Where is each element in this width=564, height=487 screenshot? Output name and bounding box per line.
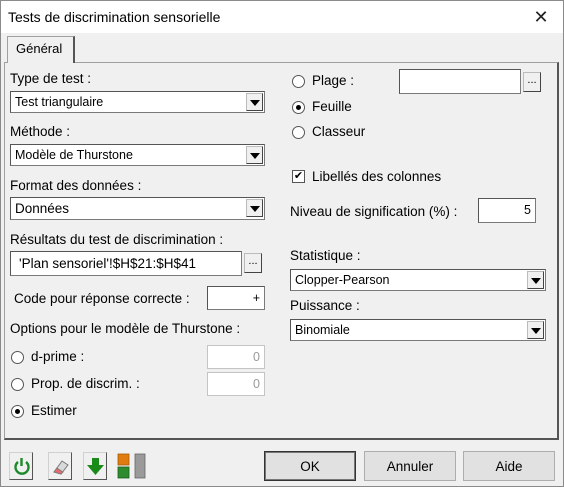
- close-icon: ✕: [533, 6, 549, 27]
- chevron-down-icon[interactable]: [246, 199, 263, 217]
- statistic-value: Clopper-Pearson: [295, 273, 390, 287]
- test-type-label: Type de test :: [10, 71, 92, 86]
- window-title: Tests de discrimination sensorielle: [8, 9, 221, 25]
- results-range-value: 'Plan sensoriel'!$H$21:$H$41: [19, 256, 197, 271]
- chevron-down-icon[interactable]: [246, 146, 263, 164]
- results-range-picker-button[interactable]: ...: [244, 253, 262, 273]
- close-button[interactable]: ✕: [519, 1, 563, 33]
- sheet-radio[interactable]: [292, 101, 305, 114]
- column-labels-checkbox[interactable]: ✔: [292, 170, 305, 183]
- power-label: Puissance :: [290, 298, 360, 313]
- results-range-input[interactable]: 'Plan sensoriel'!$H$21:$H$41: [10, 251, 242, 276]
- prop-discrim-input[interactable]: 0: [207, 372, 265, 396]
- tab-general[interactable]: Général: [7, 36, 75, 63]
- download-button[interactable]: [83, 452, 107, 480]
- data-format-value: Données: [15, 201, 70, 216]
- range-radio[interactable]: [292, 75, 305, 88]
- significance-input[interactable]: 5: [478, 198, 536, 223]
- chevron-down-icon[interactable]: [527, 321, 544, 339]
- results-label: Résultats du test de discrimination :: [10, 232, 224, 247]
- chevron-down-icon[interactable]: [246, 93, 263, 111]
- layout-icon: [117, 453, 146, 479]
- correct-code-value: +: [252, 291, 260, 305]
- test-type-value: Test triangulaire: [15, 95, 104, 109]
- help-button[interactable]: Aide: [463, 451, 555, 481]
- dprime-input[interactable]: 0: [207, 345, 265, 369]
- statistic-label: Statistique :: [290, 248, 361, 263]
- column-labels-label: Libellés des colonnes: [312, 169, 442, 184]
- prop-discrim-value: 0: [253, 377, 260, 391]
- data-format-select[interactable]: Données: [10, 197, 265, 220]
- statistic-select[interactable]: Clopper-Pearson: [290, 269, 546, 291]
- significance-value: 5: [524, 203, 531, 217]
- prop-discrim-radio[interactable]: [11, 378, 24, 391]
- dprime-value: 0: [253, 350, 260, 364]
- range-picker-button[interactable]: ...: [523, 72, 541, 92]
- dprime-label: d-prime :: [31, 349, 85, 364]
- significance-label: Niveau de signification (%) :: [290, 204, 458, 219]
- workbook-radio[interactable]: [292, 126, 305, 139]
- thurstone-options-label: Options pour le modèle de Thurstone :: [10, 321, 241, 336]
- dprime-radio[interactable]: [11, 351, 24, 364]
- test-type-select[interactable]: Test triangulaire: [10, 91, 265, 113]
- estimate-radio[interactable]: [11, 405, 24, 418]
- method-select[interactable]: Modèle de Thurstone: [10, 144, 265, 166]
- layout-button[interactable]: [115, 452, 151, 480]
- reset-button[interactable]: [9, 452, 33, 480]
- range-input[interactable]: [399, 69, 521, 94]
- data-format-label: Format des données :: [10, 178, 142, 193]
- chevron-down-icon[interactable]: [527, 271, 544, 289]
- method-label: Méthode :: [10, 124, 71, 139]
- correct-code-label: Code pour réponse correcte :: [14, 291, 190, 306]
- eraser-icon: [53, 460, 69, 475]
- range-label: Plage :: [312, 73, 355, 88]
- ok-button[interactable]: OK: [264, 451, 356, 481]
- clear-button[interactable]: [48, 452, 72, 480]
- sheet-label: Feuille: [312, 99, 352, 114]
- reset-icon: [14, 458, 30, 475]
- prop-discrim-label: Prop. de discrim. :: [31, 376, 140, 391]
- power-value: Binomiale: [295, 323, 350, 337]
- title-bar: Tests de discrimination sensorielle ✕: [1, 1, 563, 33]
- estimate-label: Estimer: [31, 403, 77, 418]
- method-value: Modèle de Thurstone: [15, 148, 133, 162]
- dialog-window: Tests de discrimination sensorielle ✕ Gé…: [0, 0, 564, 487]
- correct-code-input[interactable]: +: [207, 286, 265, 310]
- cancel-button[interactable]: Annuler: [364, 451, 456, 481]
- power-select[interactable]: Binomiale: [290, 319, 546, 341]
- download-icon: [87, 458, 104, 475]
- workbook-label: Classeur: [312, 124, 366, 139]
